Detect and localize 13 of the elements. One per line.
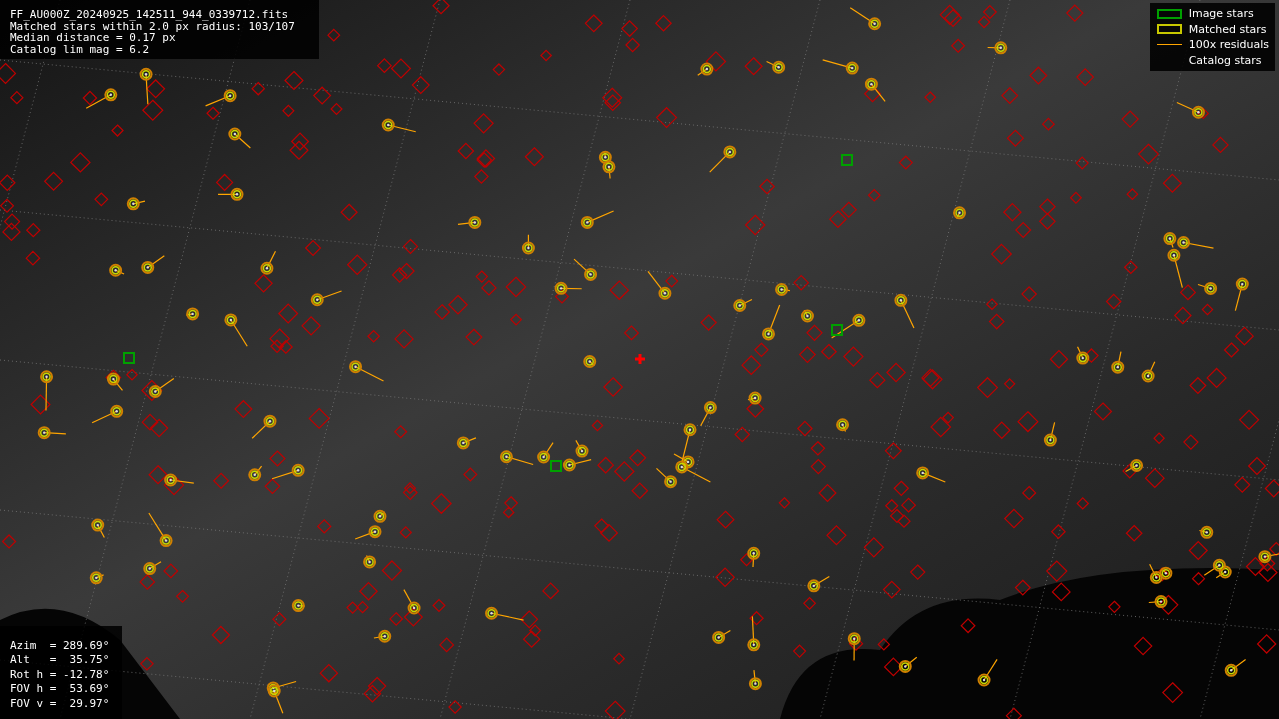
legend-label: Matched stars xyxy=(1188,21,1267,37)
legend-label: 100x residuals xyxy=(1188,37,1269,53)
legend-label: Image stars xyxy=(1188,6,1254,22)
pointing-text: Rot h = -12.78° xyxy=(10,667,111,682)
legend-label: Catalog stars xyxy=(1188,52,1262,68)
pointing-text: FOV v = 29.97° xyxy=(10,696,111,711)
info-text: Matched stars within 2.0 px radius: 103/107 xyxy=(10,20,296,32)
pointing-text: Azim = 289.69° xyxy=(10,638,111,653)
info-text: Median distance = 0.17 px xyxy=(10,32,176,44)
info-text: FF_AU000Z_20240925_142511_944_0339712.fits xyxy=(10,9,290,21)
info-text: Catalog lim mag = 6.2 xyxy=(10,43,151,55)
pointing-text: Alt = 35.75° xyxy=(10,653,111,668)
pointing-text: FOV h = 53.69° xyxy=(10,682,111,697)
